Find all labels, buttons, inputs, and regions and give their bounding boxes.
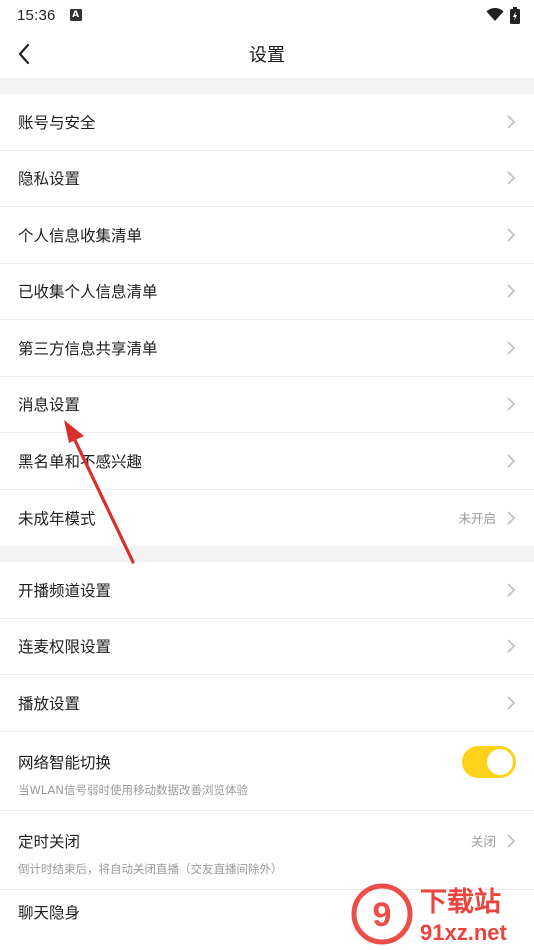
settings-item-label: 定时关闭 [18,832,81,851]
settings-item-label: 已收集个人信息清单 [18,283,158,302]
page-title: 设置 [249,45,285,66]
settings-item-privacy[interactable]: 隐私设置 [0,151,534,207]
timer-close-description: 倒计时结束后，将自动关闭直播（交友直播间除外） [18,861,283,876]
settings-item-label: 黑名单和不感兴趣 [18,452,143,471]
network-switch-toggle[interactable] [462,745,516,778]
settings-item-blacklist[interactable]: 黑名单和不感兴趣 [0,433,534,490]
notification-a-icon: A [69,9,82,21]
status-time: 15:36 [17,6,56,24]
settings-item-personal-info-list[interactable]: 个人信息收集清单 [0,207,534,264]
settings-item-label: 开播频道设置 [18,581,112,600]
settings-item-label: 网络智能切换 [18,753,112,772]
settings-item-label: 个人信息收集清单 [18,226,143,245]
settings-item-label: 消息设置 [18,396,81,415]
settings-item-playback[interactable]: 播放设置 [0,675,534,732]
chevron-left-icon [18,43,30,65]
network-switch-description: 当WLAN信号弱时使用移动数据改善浏览体验 [18,782,249,797]
settings-item-label: 聊天隐身 [18,903,81,922]
settings-item-label: 隐私设置 [18,170,81,189]
settings-item-third-party-sharing[interactable]: 第三方信息共享清单 [0,320,534,377]
settings-item-label: 第三方信息共享清单 [18,339,158,358]
settings-item-message[interactable]: 消息设置 [0,377,534,433]
wifi-icon [486,8,504,21]
section-divider [0,78,534,94]
settings-item-label: 未成年模式 [18,509,96,528]
watermark-domain: 91xz.net [420,920,507,945]
chevron-right-icon [507,454,516,468]
settings-item-label: 账号与安全 [18,113,96,132]
chevron-right-icon [507,115,516,129]
settings-item-account-security[interactable]: 账号与安全 [0,94,534,151]
chevron-right-icon [507,397,516,411]
watermark-icon: 9 下载站 91xz.net [351,883,507,945]
status-bar: 15:36 A [0,0,534,30]
chevron-right-icon [507,639,516,653]
settings-item-collected-info-list[interactable]: 已收集个人信息清单 [0,264,534,320]
chevron-right-icon [507,833,516,848]
chevron-right-icon [507,583,516,597]
status-icons [486,6,520,24]
chevron-right-icon [507,696,516,710]
back-button[interactable] [6,36,42,72]
section-divider [0,546,534,562]
chevron-right-icon [507,284,516,298]
minor-mode-status: 未开启 [458,511,496,527]
title-bar: 设置 [0,30,534,78]
settings-item-label: 播放设置 [18,694,81,713]
timer-close-status: 关闭 [470,834,496,849]
chevron-right-icon [507,511,516,525]
settings-item-channel[interactable]: 开播频道设置 [0,562,534,619]
settings-item-minor-mode[interactable]: 未成年模式 未开启 [0,490,534,547]
watermark-logo-glyph: 9 [373,896,392,934]
settings-group-account: 账号与安全 隐私设置 个人信息收集清单 已收集个人信息清单 第三方信息共享清单 … [0,94,534,546]
settings-item-mic-permission[interactable]: 连麦权限设置 [0,619,534,675]
chevron-right-icon [507,341,516,355]
watermark-brand: 下载站 [420,887,501,918]
toggle-knob [487,748,513,775]
battery-icon [510,6,520,24]
chevron-right-icon [507,171,516,185]
settings-item-label: 连麦权限设置 [18,638,112,657]
settings-item-network-switch: 网络智能切换 当WLAN信号弱时使用移动数据改善浏览体验 [0,732,534,811]
chevron-right-icon [507,228,516,242]
watermark-logo: 9 下载站 91xz.net [348,878,528,948]
